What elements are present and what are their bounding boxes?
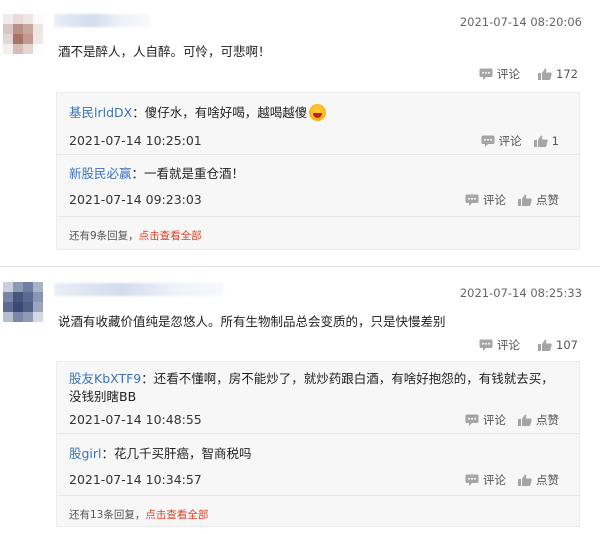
- like-button[interactable]: 1: [533, 134, 559, 148]
- comment-label: 评论: [498, 134, 522, 148]
- comment-time: 2021-07-14 08:20:06: [459, 15, 582, 29]
- reply-text: ：一看就是重仓酒！: [131, 166, 245, 181]
- more-replies-count: 还有13条回复，: [69, 509, 146, 521]
- reply-username[interactable]: 基民lrldDX: [69, 105, 132, 120]
- comment-divider: [0, 266, 600, 267]
- reply-text: ：花几千买肝癌，智商税吗: [101, 446, 252, 461]
- reply-list: 股友KbXTF9：还看不懂啊，房不能炒了，就炒药跟白酒，有啥好抱怨的，有钱就去买…: [56, 361, 580, 527]
- reply-actions: 评论 点赞: [465, 412, 559, 428]
- comment-label: 评论: [497, 338, 521, 352]
- comment-card: 2021-07-14 08:25:33 说酒有收藏价值纯是忽悠人。所有生物制品总…: [0, 270, 600, 534]
- reply-time: 2021-07-14 09:23:03: [69, 192, 202, 207]
- comment-icon: [465, 474, 479, 486]
- comment-button[interactable]: 评论: [479, 66, 520, 82]
- like-button[interactable]: 172: [538, 67, 578, 81]
- comment-time: 2021-07-14 08:25:33: [459, 286, 582, 300]
- comment-icon: [479, 68, 493, 80]
- thumbs-up-icon: [518, 414, 532, 426]
- reply-username[interactable]: 股girl: [69, 446, 102, 461]
- username-blurred[interactable]: [54, 14, 150, 27]
- laughing-emoji-icon: [309, 104, 327, 121]
- comment-text: 说酒有收藏价值纯是忽悠人。所有生物制品总会变质的，只是快慢差别: [58, 314, 446, 329]
- reply-username[interactable]: 新股民必赢: [69, 166, 132, 181]
- comment-icon: [465, 194, 479, 206]
- comment-button[interactable]: 评论: [465, 472, 506, 488]
- avatar[interactable]: [3, 14, 43, 54]
- thumbs-up-icon: [533, 135, 548, 147]
- like-count: 1: [551, 134, 559, 148]
- more-replies: 还有9条回复，点击查看全部: [69, 228, 202, 243]
- reply-time: 2021-07-14 10:25:01: [69, 133, 202, 148]
- like-label: 点赞: [536, 413, 559, 427]
- reply-text: ：还看不懂啊，房不能炒了，就炒药跟白酒，有啥好抱怨的，有钱就去买，没钱别瞎BB: [69, 371, 554, 404]
- view-all-replies-link[interactable]: 点击查看全部: [139, 230, 202, 242]
- thumbs-up-icon: [518, 474, 532, 486]
- comment-button[interactable]: 评论: [479, 337, 520, 353]
- reply-actions: 评论 点赞: [465, 472, 559, 488]
- reply-username[interactable]: 股友KbXTF9: [69, 371, 141, 386]
- comment-button[interactable]: 评论: [481, 133, 522, 149]
- like-label: 点赞: [536, 473, 559, 487]
- like-count: 172: [556, 67, 578, 81]
- username-blurred[interactable]: [54, 283, 224, 296]
- more-replies: 还有13条回复，点击查看全部: [69, 507, 208, 522]
- comment-label: 评论: [483, 413, 506, 427]
- thumbs-up-icon: [518, 194, 532, 206]
- comment-button[interactable]: 评论: [465, 412, 506, 428]
- reply-time: 2021-07-14 10:48:55: [69, 412, 202, 427]
- like-button[interactable]: 点赞: [518, 472, 559, 488]
- reply-actions: 评论 点赞: [465, 192, 559, 208]
- like-count: 107: [556, 338, 578, 352]
- like-button[interactable]: 107: [538, 338, 578, 352]
- view-all-replies-link[interactable]: 点击查看全部: [145, 509, 208, 521]
- avatar[interactable]: [3, 282, 43, 322]
- comment-label: 评论: [483, 193, 506, 207]
- thumbs-up-icon: [538, 68, 552, 80]
- reply-item: 股友KbXTF9：还看不懂啊，房不能炒了，就炒药跟白酒，有啥好抱怨的，有钱就去买…: [57, 362, 579, 434]
- reply-item: 股girl：花几千买肝癌，智商税吗 2021-07-14 10:34:57 评论…: [57, 434, 579, 496]
- reply-item: 新股民必赢：一看就是重仓酒！ 2021-07-14 09:23:03 评论 点赞: [57, 155, 579, 217]
- comment-actions: 评论 107: [479, 337, 578, 353]
- comment-icon: [481, 135, 495, 147]
- more-replies-count: 还有9条回复，: [69, 230, 139, 242]
- comment-button[interactable]: 评论: [465, 192, 506, 208]
- like-button[interactable]: 点赞: [518, 412, 559, 428]
- like-button[interactable]: 点赞: [518, 192, 559, 208]
- comment-label: 评论: [497, 67, 521, 81]
- reply-list: 基民lrldDX：傻仔水，有啥好喝，越喝越傻 2021-07-14 10:25:…: [56, 92, 580, 250]
- comment-icon: [465, 414, 479, 426]
- reply-item: 基民lrldDX：傻仔水，有啥好喝，越喝越傻 2021-07-14 10:25:…: [57, 93, 579, 155]
- comment-icon: [479, 339, 493, 351]
- thumbs-up-icon: [538, 339, 552, 351]
- reply-time: 2021-07-14 10:34:57: [69, 472, 202, 487]
- comment-text: 酒不是醉人，人自醉。可怜，可悲啊！: [58, 44, 271, 59]
- comment-label: 评论: [483, 473, 506, 487]
- comment-actions: 评论 172: [479, 66, 578, 82]
- comment-card: 2021-07-14 08:20:06 酒不是醉人，人自醉。可怜，可悲啊！ 评论…: [0, 0, 600, 262]
- reply-actions: 评论 1: [481, 133, 559, 149]
- like-label: 点赞: [536, 193, 559, 207]
- reply-text: ：傻仔水，有啥好喝，越喝越傻: [132, 105, 308, 120]
